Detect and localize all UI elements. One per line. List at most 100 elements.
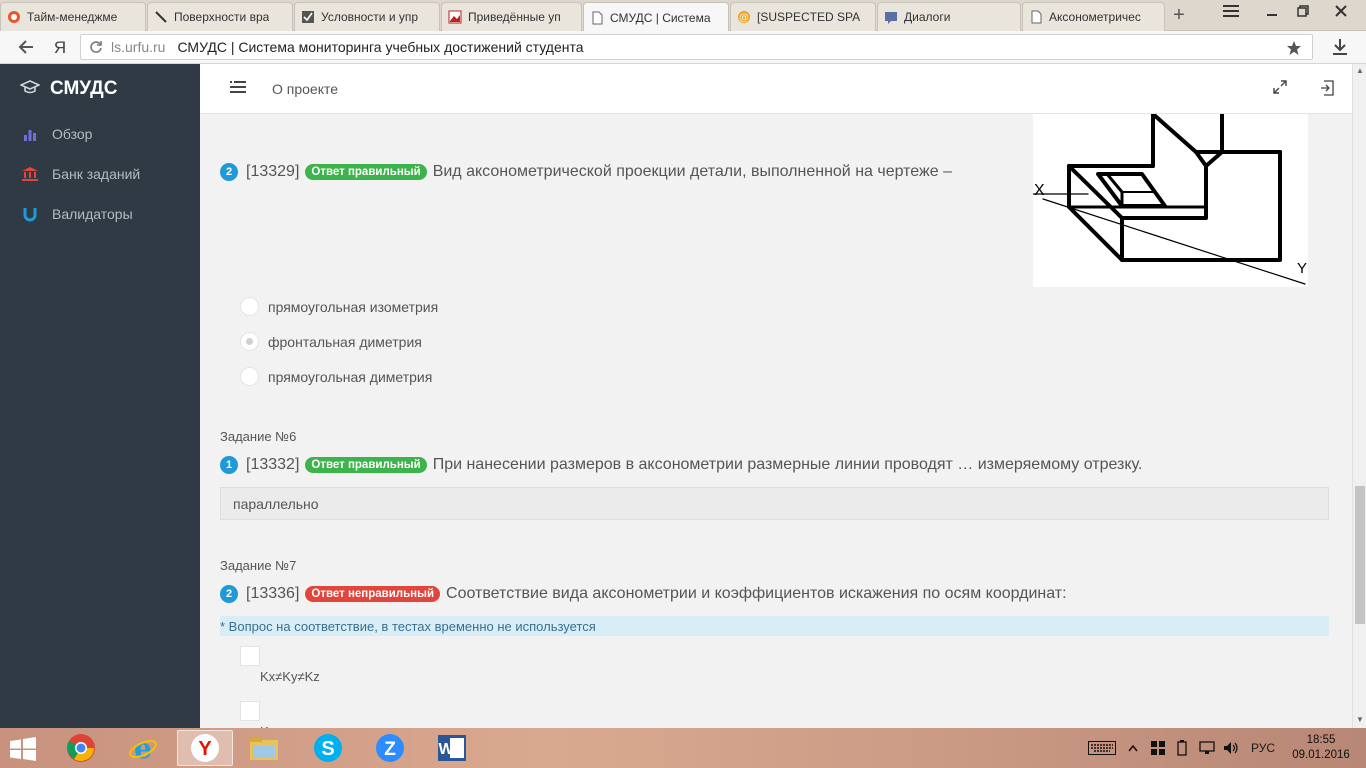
checkbox-label: Kx≠Ky≠Kz bbox=[260, 669, 320, 684]
browser-tab-7[interactable]: Диалоги bbox=[877, 2, 1021, 31]
file-manager-icon[interactable] bbox=[236, 730, 292, 766]
hamburger-menu-icon[interactable] bbox=[1218, 0, 1244, 22]
svg-text:S: S bbox=[321, 738, 334, 760]
page-icon bbox=[1029, 10, 1043, 24]
taskbar: e Y S Z W РУС 18:55 09.01.2016 bbox=[0, 728, 1366, 768]
radio-button[interactable] bbox=[240, 367, 259, 386]
status-badge: Ответ неправильный bbox=[305, 586, 441, 602]
minimize-icon[interactable] bbox=[1260, 0, 1286, 22]
radio-button[interactable] bbox=[240, 297, 259, 316]
sidebar-item-overview[interactable]: Обзор bbox=[0, 114, 200, 154]
battery-icon[interactable] bbox=[1174, 740, 1190, 756]
back-arrow-icon[interactable] bbox=[14, 36, 38, 58]
sidebar: СМУДС Обзор Банк заданий Валидаторы bbox=[0, 64, 200, 728]
menu-toggle-icon[interactable] bbox=[230, 80, 246, 96]
clock[interactable]: 18:55 09.01.2016 bbox=[1290, 733, 1352, 763]
yandex-icon[interactable]: Y bbox=[177, 730, 233, 766]
tab-title: Аксонометричес bbox=[1049, 10, 1141, 24]
tab-title: Поверхности вра bbox=[174, 10, 270, 24]
sidebar-item-label: Банк заданий bbox=[52, 166, 141, 182]
task-heading: Задание №7 bbox=[220, 558, 297, 573]
chrome-icon[interactable] bbox=[53, 730, 109, 766]
question-text: При нанесении размеров в аксонометрии ра… bbox=[432, 456, 1143, 473]
scroll-down-icon[interactable]: ▼ bbox=[1356, 716, 1364, 724]
zoom-icon[interactable]: Z bbox=[362, 730, 418, 766]
windows-flag-icon[interactable] bbox=[1150, 740, 1166, 756]
volume-icon[interactable] bbox=[1222, 740, 1240, 756]
browser-tab-8[interactable]: Аксонометричес bbox=[1022, 2, 1165, 31]
start-button[interactable] bbox=[8, 736, 38, 762]
answer-option[interactable]: прямоугольная изометрия bbox=[240, 297, 438, 316]
reload-icon[interactable] bbox=[89, 40, 103, 54]
chat-icon bbox=[884, 10, 898, 24]
network-icon[interactable] bbox=[1198, 740, 1216, 756]
browser-tabstrip: Тайм-менеджме Поверхности вра Условности… bbox=[0, 0, 1366, 32]
page-icon bbox=[590, 11, 604, 25]
question-text: Соответствие вида аксонометрии и коэффиц… bbox=[446, 585, 1067, 602]
tab-title: Приведённые уп bbox=[468, 10, 561, 24]
yandex-logo-icon[interactable]: Я bbox=[48, 36, 72, 58]
bookmark-star-icon[interactable] bbox=[1286, 40, 1302, 56]
tab-title: Тайм-менеджме bbox=[27, 10, 118, 24]
svg-text:Я: Я bbox=[54, 38, 66, 56]
ie-icon[interactable]: e bbox=[115, 730, 171, 766]
question-header: 1 [13332] Ответ правильный При нанесении… bbox=[220, 456, 1142, 474]
about-link[interactable]: О проекте bbox=[272, 81, 338, 97]
tab-title: Диалоги bbox=[904, 10, 951, 24]
scrollbar[interactable]: ▲ ▼ bbox=[1352, 64, 1366, 728]
svg-text:e: e bbox=[134, 733, 152, 763]
browser-tab-4[interactable]: Приведённые уп bbox=[441, 2, 582, 31]
question-id: [13332] bbox=[246, 456, 300, 473]
word-icon[interactable]: W bbox=[424, 730, 480, 766]
mail-at-icon: @ bbox=[737, 10, 751, 24]
check-doc-icon bbox=[301, 10, 315, 24]
url-domain: ls.urfu.ru bbox=[111, 39, 166, 55]
svg-text:W: W bbox=[438, 741, 454, 758]
status-badge: Ответ правильный bbox=[305, 164, 427, 180]
axis-y-label: Y bbox=[1297, 260, 1308, 277]
pen-icon bbox=[154, 10, 168, 24]
browser-tab-5[interactable]: СМУДС | Система bbox=[583, 2, 729, 32]
sidebar-item-task-bank[interactable]: Банк заданий bbox=[0, 154, 200, 194]
new-tab-button[interactable]: + bbox=[1170, 5, 1188, 25]
question-header: 2 [13329] Ответ правильный Вид аксономет… bbox=[220, 163, 952, 181]
scroll-up-icon[interactable]: ▲ bbox=[1356, 67, 1364, 75]
radio-button-selected[interactable] bbox=[240, 332, 259, 351]
question-header: 2 [13336] Ответ неправильный Соответстви… bbox=[220, 585, 1067, 603]
fullscreen-icon[interactable] bbox=[1273, 80, 1289, 96]
answer-option[interactable]: фронтальная диметрия bbox=[240, 332, 422, 351]
status-badge: Ответ правильный bbox=[305, 457, 427, 473]
keyboard-icon[interactable] bbox=[1087, 740, 1117, 756]
svg-text:Z: Z bbox=[384, 739, 396, 760]
option-label: фронтальная диметрия bbox=[268, 333, 422, 350]
browser-tab-6[interactable]: @ [SUSPECTED SPA bbox=[730, 2, 876, 31]
question-id: [13336] bbox=[246, 585, 300, 602]
sidebar-item-validators[interactable]: Валидаторы bbox=[0, 194, 200, 234]
checkbox[interactable] bbox=[240, 701, 260, 721]
main-content: X Y 2 [13329] Ответ правильный Вид аксон… bbox=[200, 114, 1352, 728]
sidebar-item-label: Валидаторы bbox=[52, 206, 133, 222]
checkbox[interactable] bbox=[240, 646, 260, 666]
axis-x-label: X bbox=[1034, 182, 1045, 199]
tray-expand-icon[interactable] bbox=[1127, 740, 1139, 756]
language-indicator[interactable]: РУС bbox=[1248, 740, 1278, 756]
close-window-icon[interactable] bbox=[1326, 0, 1356, 22]
tab-title: Условности и упр bbox=[321, 10, 419, 24]
brand[interactable]: СМУДС bbox=[19, 78, 117, 100]
address-bar: Я ls.urfu.ru СМУДС | Система мониторинга… bbox=[0, 31, 1366, 64]
url-field[interactable]: ls.urfu.ru СМУДС | Система мониторинга у… bbox=[80, 34, 1313, 60]
skype-icon[interactable]: S bbox=[300, 730, 356, 766]
browser-tab-1[interactable]: Тайм-менеджме bbox=[0, 2, 146, 31]
scroll-thumb[interactable] bbox=[1355, 486, 1365, 624]
answer-option[interactable]: прямоугольная диметрия bbox=[240, 367, 432, 386]
restore-icon[interactable] bbox=[1290, 0, 1316, 22]
browser-tab-3[interactable]: Условности и упр bbox=[294, 2, 440, 31]
tab-title: СМУДС | Система bbox=[610, 10, 711, 25]
attempts-badge: 2 bbox=[220, 585, 238, 603]
question-text: Вид аксонометрической проекции детали, в… bbox=[432, 163, 952, 180]
bank-icon bbox=[22, 166, 38, 182]
magnet-icon bbox=[22, 206, 38, 222]
logout-icon[interactable] bbox=[1320, 80, 1336, 96]
browser-tab-2[interactable]: Поверхности вра bbox=[147, 2, 293, 31]
download-icon[interactable] bbox=[1328, 36, 1352, 58]
